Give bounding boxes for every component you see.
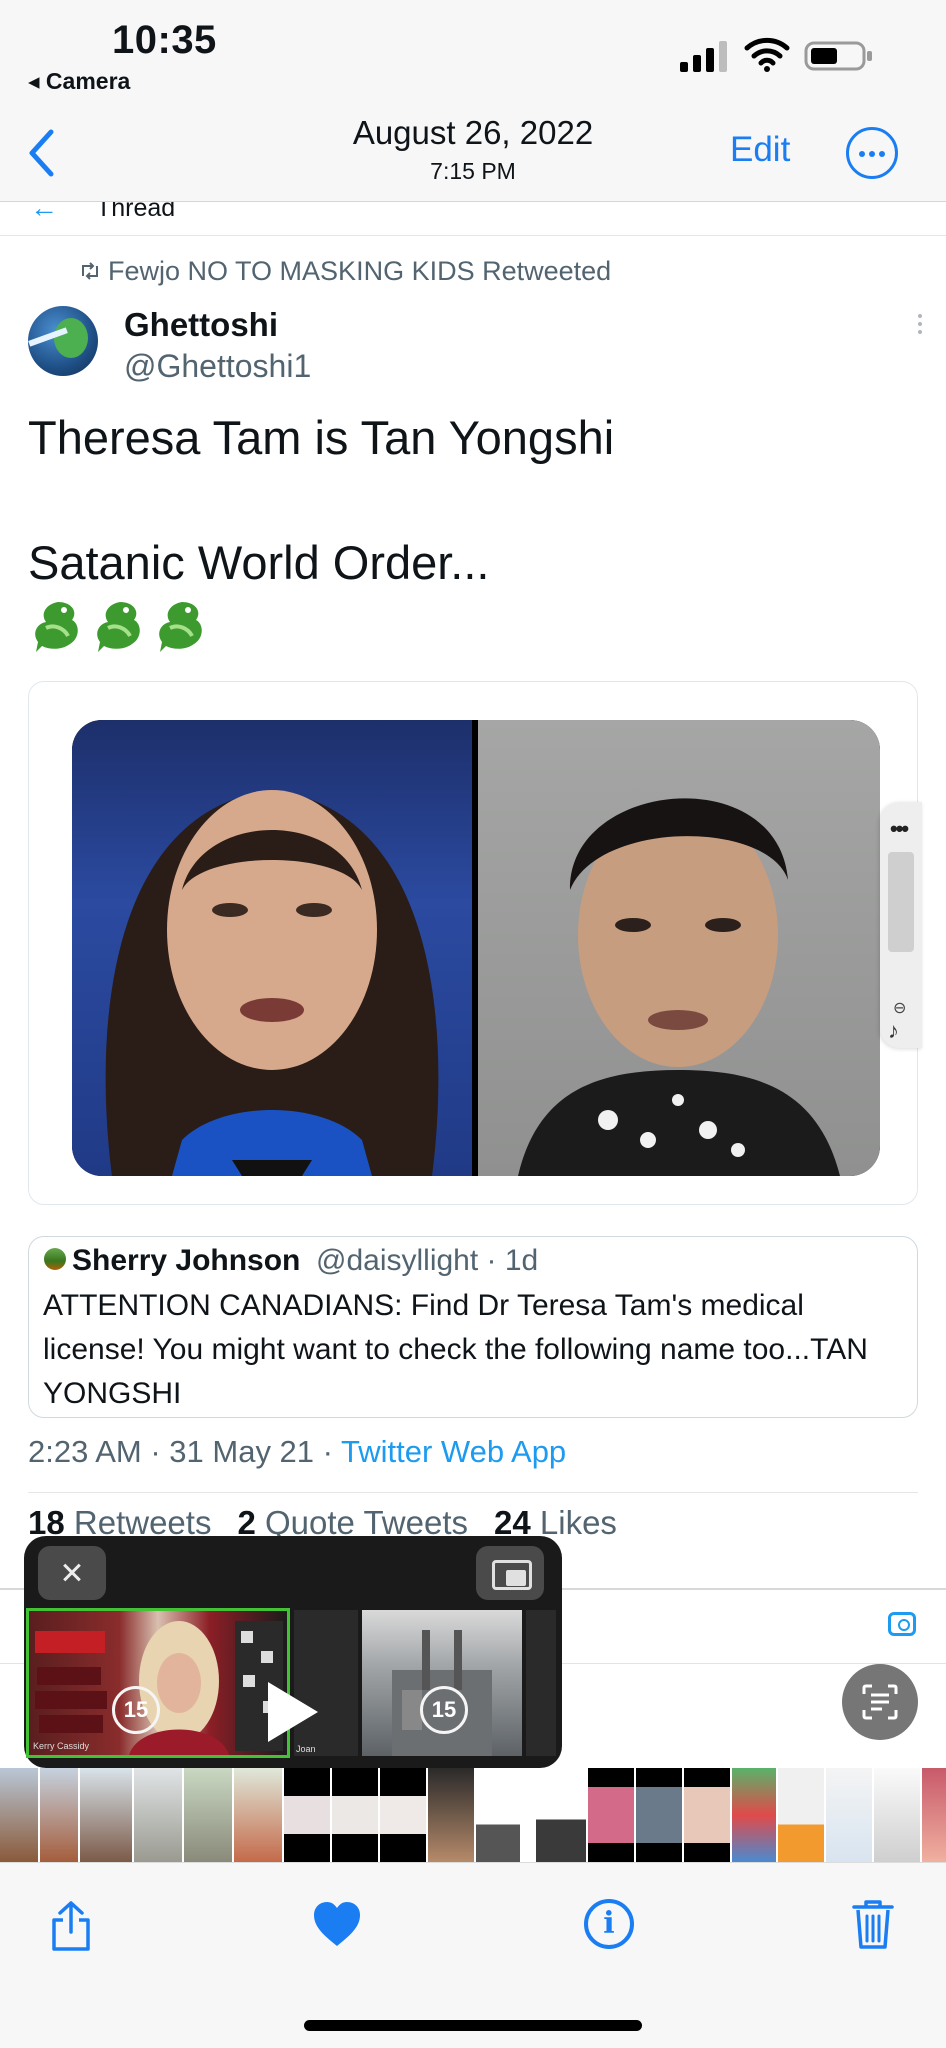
floating-assistive-tab[interactable]: ••• ⊖ ♪: [880, 802, 922, 1048]
filmstrip-thumbnail[interactable]: [284, 1768, 330, 1862]
tweet-source-link[interactable]: Twitter Web App: [341, 1434, 566, 1469]
expand-pip-icon[interactable]: [476, 1546, 544, 1600]
retweeted-by: Fewjo NO TO MASKING KIDS Retweeted: [108, 256, 612, 286]
photo-time: 7:15 PM: [430, 158, 516, 184]
filmstrip-thumbnail[interactable]: [476, 1768, 520, 1862]
video-frame-edge: [526, 1610, 556, 1756]
close-icon[interactable]: [38, 1546, 106, 1600]
live-text-scan-button[interactable]: [842, 1664, 918, 1740]
more-vertical-icon[interactable]: [918, 314, 924, 338]
info-icon[interactable]: i: [584, 1899, 634, 1949]
filmstrip-thumbnail[interactable]: [134, 1768, 182, 1862]
text-scan-icon: [862, 1684, 898, 1720]
arrow-left-icon: ←: [30, 202, 58, 223]
filmstrip-thumbnail[interactable]: [40, 1768, 78, 1862]
tweet-timestamp: 2:23 AM · 31 May 21 · Twitter Web App: [28, 1434, 566, 1470]
photo-filmstrip[interactable]: [0, 1768, 946, 1862]
filmstrip-thumbnail[interactable]: [184, 1768, 232, 1862]
edit-button[interactable]: Edit: [730, 130, 790, 170]
likes-label[interactable]: Likes: [540, 1504, 617, 1541]
filmstrip-thumbnail[interactable]: [332, 1768, 378, 1862]
quoted-author-name: Sherry Johnson: [72, 1244, 301, 1277]
skip-back-button[interactable]: 15: [112, 1686, 160, 1734]
video-caption: Kerry Cassidy: [33, 1741, 90, 1751]
filmstrip-thumbnail[interactable]: [684, 1768, 730, 1862]
quoted-avatar: [44, 1248, 66, 1270]
battery-icon: [804, 41, 872, 71]
tweet-text-line2: Satanic World Order...: [28, 536, 490, 589]
author-handle[interactable]: @Ghettoshi1: [124, 348, 311, 385]
photo-right-panel: [478, 720, 880, 1176]
video-caption-next: Joan: [296, 1744, 316, 1754]
trash-icon[interactable]: [852, 1898, 894, 1950]
tweet-photo[interactable]: [72, 720, 880, 1176]
thread-header: ← Thread: [0, 202, 946, 236]
filmstrip-thumbnail[interactable]: [922, 1768, 946, 1862]
share-icon[interactable]: [48, 1900, 94, 1952]
dragon-icon: [97, 602, 140, 652]
video-frame-next: [362, 1610, 522, 1756]
minus-circle-icon[interactable]: ⊖: [893, 998, 906, 1018]
retweet-icon: [82, 262, 98, 280]
filmstrip-thumbnail[interactable]: [874, 1768, 920, 1862]
thread-label: Thread: [96, 202, 176, 222]
tweet-text-line1: Theresa Tam is Tan Yongshi: [28, 411, 615, 464]
photo-date: August 26, 2022: [352, 114, 594, 151]
home-indicator[interactable]: [304, 2020, 642, 2031]
ellipsis-circle-icon[interactable]: [846, 127, 898, 179]
filmstrip-thumbnail[interactable]: [428, 1768, 474, 1862]
filmstrip-thumbnail[interactable]: [588, 1768, 634, 1862]
dragon-icon: [159, 602, 202, 652]
scroll-handle[interactable]: [888, 852, 914, 952]
filmstrip-thumbnail[interactable]: [0, 1768, 38, 1862]
ellipsis-icon[interactable]: •••: [890, 816, 909, 842]
quoted-text: ATTENTION CANADIANS: Find Dr Teresa Tam'…: [43, 1289, 868, 1410]
photo-left-panel: [72, 720, 472, 1176]
avatar[interactable]: [28, 306, 98, 376]
filmstrip-thumbnail[interactable]: [636, 1768, 682, 1862]
filmstrip-thumbnail[interactable]: [778, 1768, 824, 1862]
status-time: 10:35: [112, 18, 217, 62]
filmstrip-thumbnail[interactable]: [536, 1768, 586, 1862]
cellular-signal-icon: [680, 41, 727, 72]
author-name[interactable]: Ghettoshi: [124, 306, 278, 344]
audio-icon[interactable]: ♪: [888, 1018, 899, 1044]
timestamp-text: 2:23 AM · 31 May 21 ·: [28, 1434, 342, 1469]
filmstrip-thumbnail[interactable]: [732, 1768, 776, 1862]
filmstrip-thumbnail[interactable]: [80, 1768, 132, 1862]
skip-forward-button[interactable]: 15: [420, 1686, 468, 1734]
camera-icon[interactable]: [888, 1612, 916, 1636]
filmstrip-thumbnail[interactable]: [826, 1768, 872, 1862]
video-frame-current: Kerry Cassidy: [26, 1608, 290, 1758]
dragon-emojis: [28, 598, 214, 668]
wifi-icon: [744, 37, 790, 72]
play-icon[interactable]: [268, 1682, 318, 1742]
filmstrip-thumbnail[interactable]: [234, 1768, 282, 1862]
divider: [28, 1492, 918, 1493]
heart-icon[interactable]: [312, 1900, 362, 1948]
quoted-author-meta: @daisyllight · 1d: [316, 1244, 539, 1277]
filmstrip-spacer: [522, 1768, 534, 1862]
back-to-camera-link[interactable]: ◂ Camera: [28, 68, 130, 95]
filmstrip-thumbnail[interactable]: [380, 1768, 426, 1862]
dragon-icon: [35, 602, 78, 652]
